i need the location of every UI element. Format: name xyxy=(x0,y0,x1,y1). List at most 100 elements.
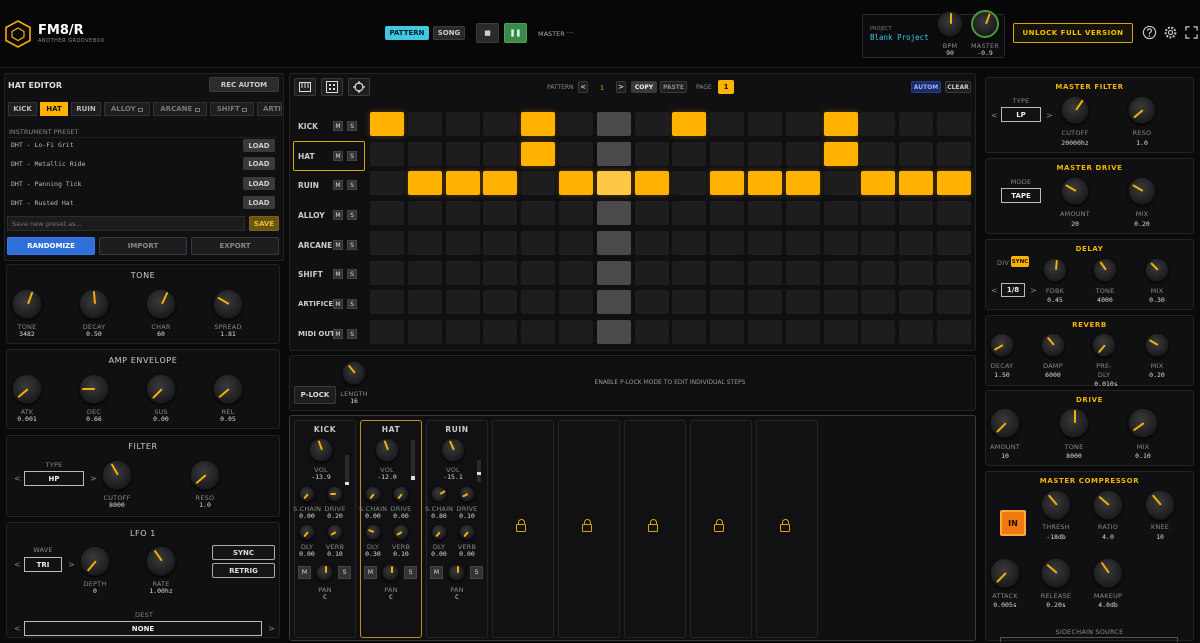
drive-knob[interactable] xyxy=(327,486,343,502)
step-cell[interactable] xyxy=(710,290,745,315)
master-filter-next-icon[interactable]: > xyxy=(1046,111,1053,120)
step-cell[interactable] xyxy=(483,260,518,285)
solo-button[interactable]: S xyxy=(347,269,357,279)
step-cell[interactable] xyxy=(937,290,971,315)
step-cell[interactable] xyxy=(823,230,858,255)
step-cell[interactable] xyxy=(483,112,518,136)
step-cell[interactable] xyxy=(445,141,480,166)
step-cell[interactable] xyxy=(483,201,518,226)
step-cell[interactable] xyxy=(672,319,707,344)
mute-button[interactable]: M xyxy=(333,240,343,250)
step-cell[interactable] xyxy=(785,171,820,196)
schain-knob[interactable] xyxy=(365,486,381,502)
mute-button[interactable]: M xyxy=(333,210,343,220)
preset-name[interactable]: DHT - Panning Tick xyxy=(11,180,81,188)
stop-button[interactable]: ■ xyxy=(476,23,499,43)
filter-type-select[interactable]: HP xyxy=(24,471,84,486)
master-reso-knob[interactable] xyxy=(1128,96,1156,124)
step-cell[interactable] xyxy=(937,112,971,136)
save-preset-button[interactable]: SAVE xyxy=(249,216,279,231)
step-cell[interactable] xyxy=(899,290,934,315)
step-cell[interactable] xyxy=(407,319,442,344)
step-cell[interactable] xyxy=(559,260,593,285)
master-volume-knob[interactable] xyxy=(971,10,999,38)
step-cell[interactable] xyxy=(596,112,631,136)
step-cell[interactable] xyxy=(861,171,896,196)
lfo-wave-next-icon[interactable]: > xyxy=(68,560,75,569)
step-cell[interactable] xyxy=(483,290,518,315)
song-mode-button[interactable]: SONG xyxy=(433,26,465,40)
delay-mix-knob[interactable] xyxy=(1145,258,1169,282)
step-cell[interactable] xyxy=(370,230,404,255)
mute-button[interactable]: M xyxy=(333,151,343,161)
track-name[interactable]: ARCANE xyxy=(298,241,332,250)
step-cell[interactable] xyxy=(407,290,442,315)
step-cell[interactable] xyxy=(899,201,934,226)
track-name[interactable]: HAT xyxy=(298,152,315,161)
preset-load-button[interactable]: LOAD xyxy=(243,139,275,152)
delay-fdbk-knob[interactable] xyxy=(1043,258,1067,282)
step-cell[interactable] xyxy=(596,319,631,344)
lfo-depth-knob[interactable] xyxy=(80,546,110,576)
unlock-full-version-button[interactable]: UNLOCK FULL VERSION xyxy=(1013,23,1133,43)
mute-button[interactable]: M xyxy=(333,180,343,190)
tab-shift[interactable]: SHIFT xyxy=(210,102,254,116)
lfo-retrig-button[interactable]: RETRIG xyxy=(212,563,275,578)
track-name[interactable]: SHIFT xyxy=(298,270,323,279)
step-cell[interactable] xyxy=(899,230,934,255)
char-knob[interactable] xyxy=(146,289,176,319)
step-cell[interactable] xyxy=(634,201,669,226)
release-knob[interactable] xyxy=(213,374,243,404)
decay-env-knob[interactable] xyxy=(79,374,109,404)
compressor-release-knob[interactable] xyxy=(1041,558,1071,588)
drive-mix-knob[interactable] xyxy=(1128,408,1158,438)
tab-kick[interactable]: KICK xyxy=(8,102,37,116)
step-cell[interactable] xyxy=(937,141,971,166)
delay-sync-button[interactable]: SYNC xyxy=(1011,256,1029,267)
help-icon[interactable] xyxy=(1142,25,1157,40)
page-number-button[interactable]: 1 xyxy=(718,80,734,94)
step-cell[interactable] xyxy=(407,171,442,196)
step-cell[interactable] xyxy=(785,290,820,315)
step-cell[interactable] xyxy=(748,141,782,166)
verb-knob[interactable] xyxy=(327,524,343,540)
step-cell[interactable] xyxy=(521,171,556,196)
clear-button[interactable]: CLEAR xyxy=(945,81,971,93)
piano-roll-button[interactable] xyxy=(294,78,316,96)
mute-button[interactable]: M xyxy=(333,299,343,309)
channel-solo-button[interactable]: S xyxy=(470,566,483,579)
tone-knob[interactable] xyxy=(12,289,42,319)
compressor-knee-knob[interactable] xyxy=(1145,490,1175,520)
dly-knob[interactable] xyxy=(365,524,381,540)
filter-cutoff-knob[interactable] xyxy=(102,460,132,490)
import-button[interactable]: IMPORT xyxy=(99,237,187,255)
step-cell[interactable] xyxy=(823,319,858,344)
step-cell[interactable] xyxy=(483,230,518,255)
step-cell[interactable] xyxy=(596,201,631,226)
preset-name[interactable]: DHT - Metallic Ride xyxy=(11,160,85,168)
tab-hat[interactable]: HAT xyxy=(40,102,68,116)
compressor-thresh-knob[interactable] xyxy=(1041,490,1071,520)
export-button[interactable]: EXPORT xyxy=(191,237,279,255)
solo-button[interactable]: S xyxy=(347,240,357,250)
step-cell[interactable] xyxy=(861,230,896,255)
lfo-dest-select[interactable]: NONE xyxy=(24,621,262,636)
solo-button[interactable]: S xyxy=(347,210,357,220)
fullscreen-icon[interactable] xyxy=(1184,25,1199,40)
step-cell[interactable] xyxy=(937,171,971,196)
step-cell[interactable] xyxy=(748,201,782,226)
step-cell[interactable] xyxy=(748,260,782,285)
step-cell[interactable] xyxy=(785,201,820,226)
schain-knob[interactable] xyxy=(431,486,447,502)
verb-knob[interactable] xyxy=(459,524,475,540)
step-cell[interactable] xyxy=(370,319,404,344)
step-cell[interactable] xyxy=(596,141,631,166)
pattern-prev-button[interactable]: < xyxy=(578,81,588,93)
step-cell[interactable] xyxy=(861,201,896,226)
track-name[interactable]: ARTIFICE xyxy=(298,300,333,308)
step-cell[interactable] xyxy=(823,201,858,226)
step-cell[interactable] xyxy=(559,319,593,344)
step-cell[interactable] xyxy=(370,290,404,315)
track-name[interactable]: MIDI OUT xyxy=(298,330,335,338)
tab-alloy[interactable]: ALLOY xyxy=(104,102,150,116)
